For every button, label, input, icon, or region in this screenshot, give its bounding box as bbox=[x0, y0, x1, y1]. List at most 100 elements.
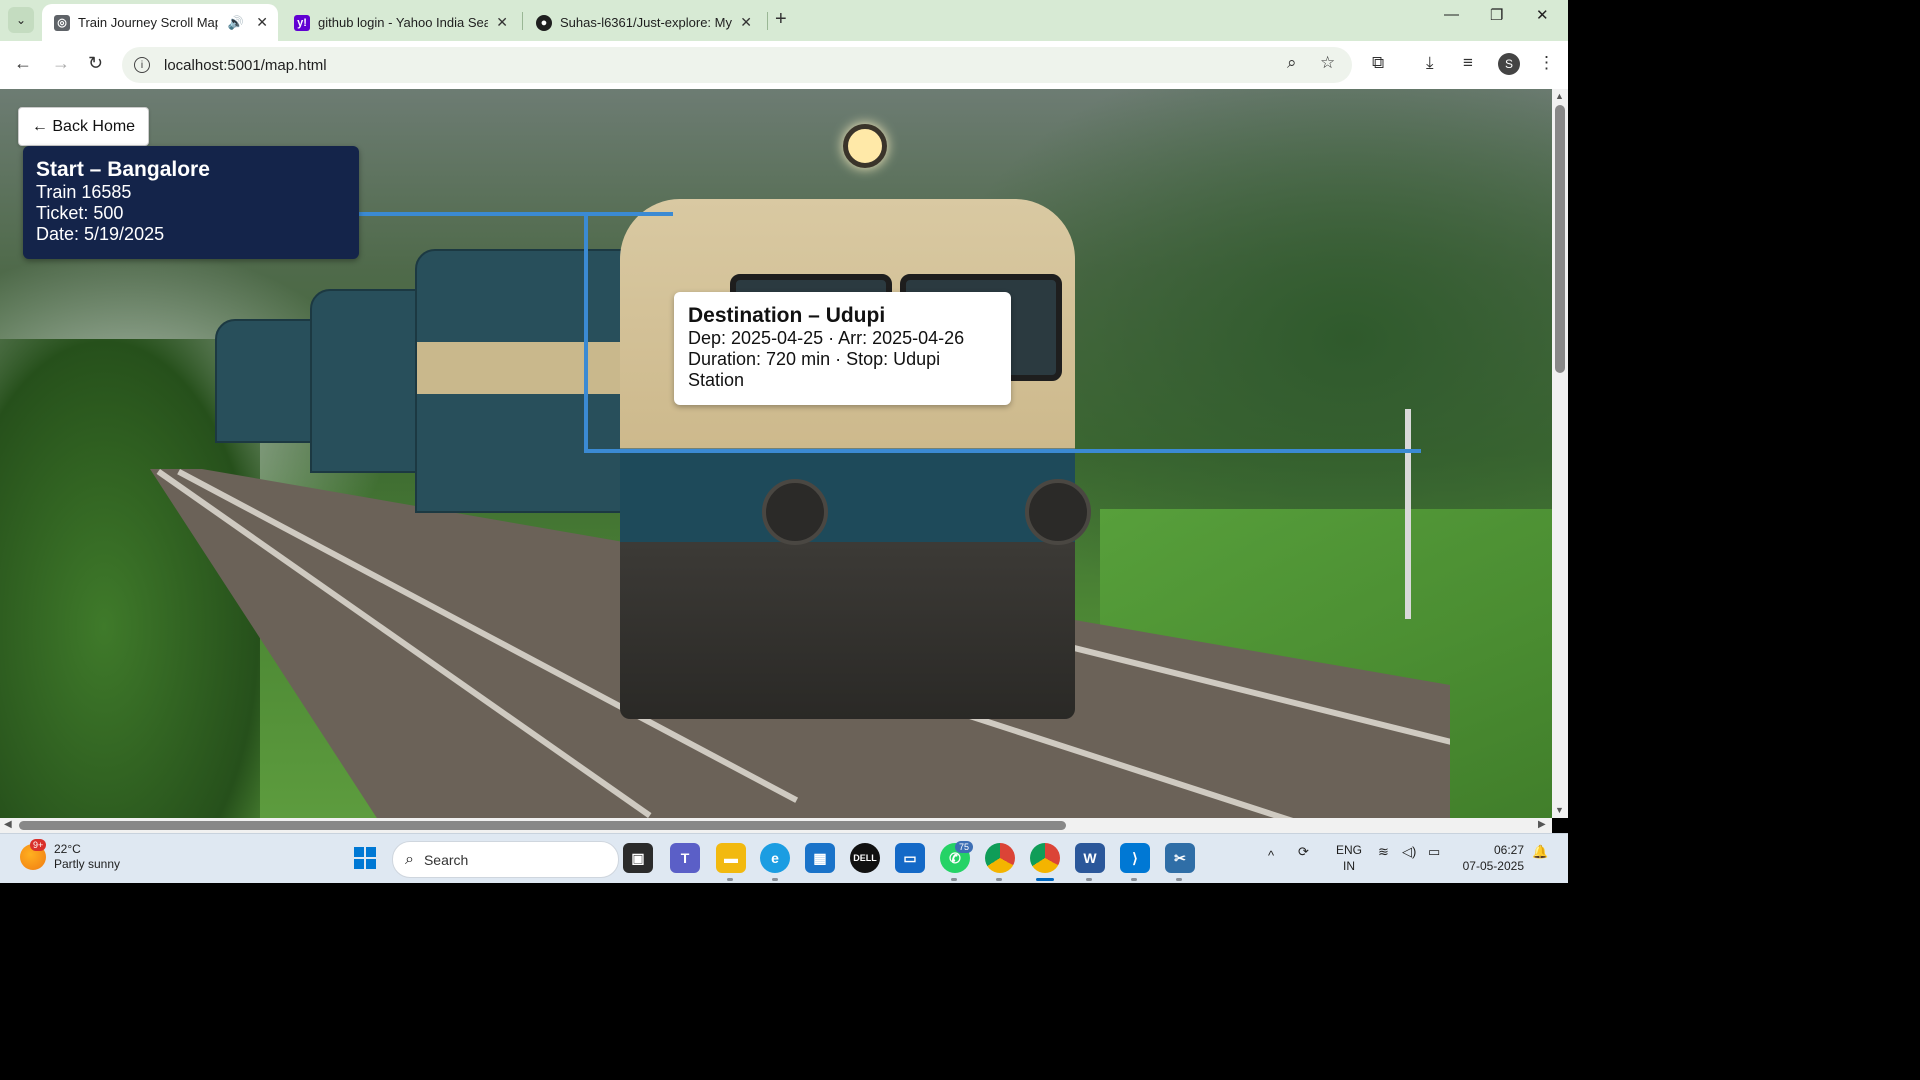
train-number: Train 16585 bbox=[36, 182, 132, 202]
search-icon: ⌕ bbox=[405, 850, 414, 868]
edge-icon[interactable]: e bbox=[760, 843, 790, 873]
remote-desktop-icon[interactable]: ▭ bbox=[895, 843, 925, 873]
app-running-indicator bbox=[1131, 878, 1137, 881]
tab-bar: ⌄ ◎ Train Journey Scroll Map – F 🔊 ✕ y! … bbox=[0, 0, 1568, 41]
route-line bbox=[584, 214, 588, 452]
chrome-profile-s-icon[interactable] bbox=[1030, 843, 1060, 873]
task-view-icon[interactable]: ▣ bbox=[623, 843, 653, 873]
notification-badge: 9+ bbox=[30, 839, 47, 851]
scroll-thumb[interactable] bbox=[19, 821, 1066, 830]
signal-pole bbox=[1405, 409, 1411, 619]
download-icon[interactable]: ⤓ bbox=[1426, 53, 1434, 73]
clock-time: 06:27 bbox=[1493, 843, 1524, 857]
vscode-icon[interactable]: ⟩ bbox=[1120, 843, 1150, 873]
extensions-icon[interactable]: ⧉ bbox=[1372, 53, 1384, 73]
wifi-icon[interactable]: ≋ bbox=[1378, 844, 1389, 860]
app-running-indicator bbox=[951, 878, 957, 881]
dell-icon[interactable]: DELL bbox=[850, 843, 880, 873]
word-icon[interactable]: W bbox=[1075, 843, 1105, 873]
url-text[interactable]: localhost:5001/map.html bbox=[164, 57, 327, 74]
weather-condition: Partly sunny bbox=[54, 857, 121, 871]
clock-date: 07-05-2025 bbox=[1462, 859, 1524, 873]
tab-github-repo[interactable]: ● Suhas-l6361/Just-explore: My n ✕ bbox=[524, 4, 762, 41]
tab-title: github login - Yahoo India Sear bbox=[318, 15, 488, 30]
battery-icon[interactable]: ▭ bbox=[1428, 844, 1440, 860]
scroll-right-icon[interactable]: ▶ bbox=[1538, 819, 1546, 830]
departure-arrival: Dep: 2025-04-25 · Arr: 2025-04-26 bbox=[688, 328, 965, 348]
minimize-icon[interactable]: — bbox=[1444, 6, 1459, 23]
media-control-icon[interactable]: ≡ bbox=[1463, 53, 1473, 73]
taskbar-search[interactable]: ⌕ Search bbox=[392, 841, 619, 878]
address-bar[interactable]: i localhost:5001/map.html bbox=[122, 47, 1352, 83]
menu-dots-icon[interactable]: ⋮ bbox=[1538, 53, 1555, 73]
chrome-profile-t-icon[interactable] bbox=[985, 843, 1015, 873]
tab-yahoo-search[interactable]: y! github login - Yahoo India Sear ✕ bbox=[282, 4, 518, 41]
duration-stop: Duration: 720 min · Stop: Udupi Station bbox=[688, 349, 941, 390]
new-tab-icon[interactable]: + bbox=[775, 8, 787, 31]
route-line bbox=[584, 449, 1421, 453]
start-station-card[interactable]: Start – Bangalore Train 16585 Ticket: 50… bbox=[23, 146, 359, 259]
volume-icon[interactable]: ◁) bbox=[1402, 844, 1416, 860]
sync-icon[interactable]: ⟳ bbox=[1298, 844, 1309, 860]
tray-chevron-icon[interactable]: ^ bbox=[1268, 848, 1274, 863]
tab-search-button[interactable]: ⌄ bbox=[8, 7, 34, 33]
active-app-indicator bbox=[1036, 878, 1054, 881]
zoom-icon[interactable]: ⌕ bbox=[1287, 53, 1297, 73]
scroll-left-icon[interactable]: ◀ bbox=[4, 819, 12, 830]
whatsapp-badge: 75 bbox=[955, 841, 974, 853]
destination-card[interactable]: Destination – Udupi Dep: 2025-04-25 · Ar… bbox=[674, 292, 1011, 405]
snipping-tool-icon[interactable]: ✂ bbox=[1165, 843, 1195, 873]
ticket-price: Ticket: 500 bbox=[36, 203, 124, 223]
scroll-thumb[interactable] bbox=[1555, 105, 1565, 373]
tab-divider bbox=[522, 12, 523, 30]
file-explorer-icon[interactable]: ▬ bbox=[716, 843, 746, 873]
app-running-indicator bbox=[727, 878, 733, 881]
vertical-scrollbar[interactable]: ▲ ▼ bbox=[1552, 89, 1568, 818]
back-arrow-icon[interactable]: ← bbox=[14, 53, 32, 74]
tab-divider bbox=[767, 12, 768, 30]
tab-train-journey[interactable]: ◎ Train Journey Scroll Map – F 🔊 ✕ bbox=[42, 4, 278, 41]
close-tab-icon[interactable]: ✕ bbox=[496, 14, 508, 31]
chevron-down-icon: ⌄ bbox=[15, 13, 27, 27]
notification-bell-icon[interactable]: 🔔 bbox=[1532, 844, 1548, 860]
language-indicator[interactable]: ENG IN bbox=[1336, 842, 1362, 874]
start-title: Start – Bangalore bbox=[36, 158, 210, 181]
weather-widget[interactable]: 9+ 22°C Partly sunny bbox=[20, 839, 121, 872]
profile-avatar[interactable]: S bbox=[1498, 53, 1520, 75]
destination-title: Destination – Udupi bbox=[688, 304, 886, 327]
close-tab-icon[interactable]: ✕ bbox=[256, 14, 268, 31]
tab-title: Suhas-l6361/Just-explore: My n bbox=[560, 15, 732, 30]
train-coach bbox=[415, 249, 649, 513]
windows-start-icon[interactable] bbox=[350, 843, 380, 873]
back-home-button[interactable]: ← Back Home bbox=[18, 107, 149, 146]
journey-date: Date: 5/19/2025 bbox=[36, 224, 165, 244]
buffer bbox=[762, 479, 828, 545]
app-running-indicator bbox=[996, 878, 1002, 881]
bookmark-star-icon[interactable]: ☆ bbox=[1320, 53, 1335, 73]
scroll-up-icon[interactable]: ▲ bbox=[1555, 91, 1564, 101]
reload-icon[interactable]: ↻ bbox=[88, 53, 103, 74]
locomotive bbox=[620, 199, 1075, 719]
close-window-icon[interactable]: ✕ bbox=[1536, 6, 1549, 24]
store-icon[interactable]: ▦ bbox=[805, 843, 835, 873]
close-tab-icon[interactable]: ✕ bbox=[740, 14, 752, 31]
search-placeholder: Search bbox=[423, 851, 469, 868]
sun-cloud-icon: 9+ bbox=[20, 839, 47, 870]
buffer bbox=[1025, 479, 1091, 545]
tab-title: Train Journey Scroll Map – F bbox=[78, 15, 218, 30]
app-running-indicator bbox=[1086, 878, 1092, 881]
language-code: ENG bbox=[1336, 843, 1363, 857]
windows-taskbar: 9+ 22°C Partly sunny ⌕ Search ▣ T ▬ e ▦ … bbox=[0, 833, 1568, 883]
site-info-icon[interactable]: i bbox=[134, 57, 150, 73]
teams-icon[interactable]: T bbox=[670, 843, 700, 873]
scroll-down-icon[interactable]: ▼ bbox=[1555, 805, 1564, 815]
speaker-icon[interactable]: 🔊 bbox=[228, 15, 244, 31]
app-running-indicator bbox=[772, 878, 778, 881]
forward-arrow-icon[interactable]: → bbox=[52, 53, 70, 74]
browser-toolbar: ← → ↻ i localhost:5001/map.html ⌕ ☆ ⧉ ⤓ … bbox=[0, 41, 1568, 90]
restore-icon[interactable]: ❐ bbox=[1490, 6, 1503, 24]
horizontal-scrollbar[interactable]: ◀ ▶ bbox=[0, 818, 1552, 833]
region-code: IN bbox=[1343, 859, 1355, 873]
globe-icon: ◎ bbox=[54, 14, 70, 31]
system-clock[interactable]: 06:27 07-05-2025 bbox=[1456, 842, 1524, 874]
